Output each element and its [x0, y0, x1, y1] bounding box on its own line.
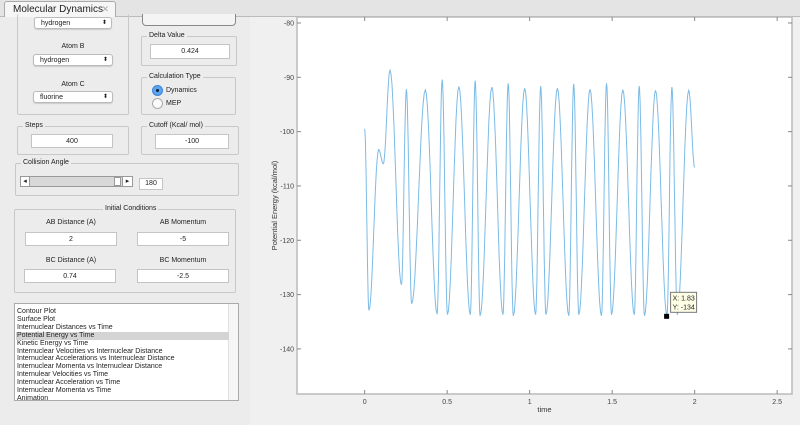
- y-tick-label: -80: [284, 20, 294, 27]
- y-tick-label: -130: [280, 292, 294, 299]
- x-tick-label: 1: [528, 399, 532, 406]
- y-tick-label: -110: [281, 183, 295, 190]
- datatip-marker: [664, 313, 670, 319]
- y-tick-label: -140: [280, 346, 294, 353]
- x-tick-label: 0.5: [442, 399, 452, 406]
- axes-box: [296, 16, 793, 395]
- x-axis-label: time: [537, 405, 551, 414]
- potential-energy-chart: 0 0.5 1 1.5 2 2.5 -80 -90 -100 -110 -120 -130 -140 ti…: [270, 16, 793, 414]
- y-tick-label: -90: [284, 75, 294, 82]
- datatip-y: Y: -134: [673, 304, 695, 311]
- datatip-x: X: 1.83: [673, 295, 695, 302]
- x-tick-label: 2.5: [772, 399, 782, 406]
- x-tick-label: 0: [363, 399, 367, 406]
- y-tick-label: -100: [280, 129, 294, 136]
- y-tick-label: -120: [280, 238, 294, 245]
- x-tick-label: 2: [693, 399, 697, 406]
- x-tick-label: 1.5: [607, 399, 617, 406]
- y-axis-label: Potential Energy (kcal/mol): [270, 160, 279, 250]
